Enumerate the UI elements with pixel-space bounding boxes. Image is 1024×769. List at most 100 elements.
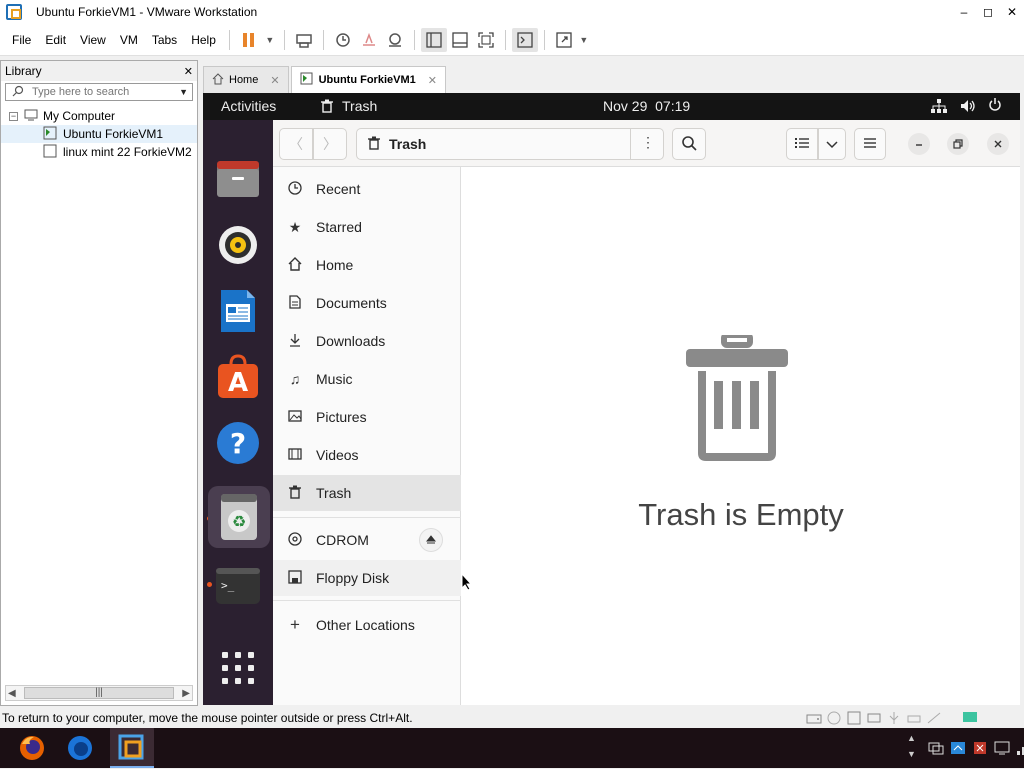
files-folder-icon[interactable] xyxy=(215,156,261,202)
maximize-button[interactable]: ◻ xyxy=(976,0,1000,24)
sidebar-item-documents[interactable]: Documents xyxy=(273,285,461,321)
tree-row-vm-1[interactable]: Ubuntu ForkieVM1 xyxy=(1,125,197,143)
sidebar-item-starred[interactable]: ★ Starred xyxy=(273,209,461,245)
library-close-button[interactable]: ✕ xyxy=(184,65,193,78)
library-horizontal-scrollbar[interactable]: ◀ ||| ▶ xyxy=(5,685,193,701)
window-minimize-button[interactable] xyxy=(908,133,930,155)
view-options-button[interactable] xyxy=(818,128,846,160)
thumbnail-bar-icon[interactable] xyxy=(447,28,473,52)
sidebar-item-home[interactable]: Home xyxy=(273,247,461,283)
pause-icon[interactable] xyxy=(236,28,262,52)
window-restore-button[interactable] xyxy=(947,133,969,155)
revert-snapshot-icon[interactable] xyxy=(356,28,382,52)
sound-card-icon[interactable] xyxy=(926,711,942,728)
sidebar-item-pictures[interactable]: Pictures xyxy=(273,399,461,435)
fullscreen-icon[interactable] xyxy=(473,28,499,52)
hard-disk-icon[interactable] xyxy=(806,711,822,728)
path-current[interactable]: Trash xyxy=(389,136,426,152)
tray-scroll[interactable]: ▲ ▼ xyxy=(907,730,916,762)
scroll-left-icon[interactable]: ◀ xyxy=(8,688,16,699)
rhythmbox-icon[interactable] xyxy=(215,222,261,268)
printer-icon[interactable] xyxy=(906,711,922,728)
chevron-down-icon[interactable]: ▼ xyxy=(179,87,188,97)
library-search-input[interactable] xyxy=(32,86,162,98)
tree-row-my-computer[interactable]: − My Computer xyxy=(1,107,197,125)
usb-icon[interactable] xyxy=(886,711,902,728)
path-bar[interactable]: Trash ⋮ xyxy=(356,128,664,160)
main-menu-button[interactable] xyxy=(854,128,886,160)
sidebar-item-other-locations[interactable]: + Other Locations xyxy=(273,607,461,643)
sidebar-item-trash[interactable]: Trash xyxy=(273,475,461,511)
ubuntu-software-icon[interactable]: A xyxy=(215,354,261,400)
trash-icon xyxy=(286,485,304,502)
eject-icon[interactable] xyxy=(419,528,443,552)
snapshot-manager-icon[interactable] xyxy=(382,28,408,52)
list-view-button[interactable] xyxy=(786,128,818,160)
clock[interactable]: Nov 29 07:19 xyxy=(603,98,690,114)
message-icon[interactable] xyxy=(962,711,978,728)
network-adapter-icon[interactable] xyxy=(866,711,882,728)
back-button[interactable]: 〈 xyxy=(279,128,313,160)
power-icon[interactable] xyxy=(988,98,1002,115)
tray-flag-icon[interactable] xyxy=(950,740,966,759)
close-tab-icon[interactable]: ✕ xyxy=(428,74,437,87)
scroll-right-icon[interactable]: ▶ xyxy=(182,688,190,699)
tray-display-icon[interactable] xyxy=(994,740,1010,759)
menu-view[interactable]: View xyxy=(73,33,113,47)
search-button[interactable] xyxy=(672,128,706,160)
snapshot-icon[interactable] xyxy=(330,28,356,52)
floppy-icon[interactable] xyxy=(846,711,862,728)
tab-home[interactable]: Home ✕ xyxy=(203,66,289,93)
thunderbird-icon[interactable] xyxy=(66,734,94,765)
forward-button[interactable]: 〉 xyxy=(313,128,347,160)
console-view-icon[interactable] xyxy=(511,27,538,52)
tab-ubuntu-forkievm1[interactable]: Ubuntu ForkieVM1 ✕ xyxy=(290,66,446,93)
sidebar-item-downloads[interactable]: Downloads xyxy=(273,323,461,359)
menu-help[interactable]: Help xyxy=(184,33,223,47)
libreoffice-writer-icon[interactable] xyxy=(215,288,261,334)
terminal-icon[interactable]: >_ xyxy=(215,563,261,609)
menu-edit[interactable]: Edit xyxy=(38,33,73,47)
window-close-button[interactable] xyxy=(987,133,1009,155)
kebab-menu-icon[interactable]: ⋮ xyxy=(641,134,655,151)
sidebar-item-label: Starred xyxy=(316,219,362,235)
volume-icon[interactable] xyxy=(960,99,976,116)
tray-window-icon[interactable] xyxy=(928,740,944,759)
sidebar-item-music[interactable]: ♫ Music xyxy=(273,361,461,397)
minimize-button[interactable]: – xyxy=(952,0,976,24)
vmware-taskbar-button[interactable] xyxy=(110,728,154,768)
library-search-box[interactable]: ▼ xyxy=(5,83,193,101)
menu-vm[interactable]: VM xyxy=(113,33,145,47)
tree-row-vm-2[interactable]: linux mint 22 ForkieVM2 xyxy=(1,143,197,161)
app-menu-label[interactable]: Trash xyxy=(342,98,377,114)
tray-network-icon[interactable] xyxy=(1016,740,1024,759)
help-icon[interactable]: ? xyxy=(215,420,261,466)
sidebar-item-recent[interactable]: Recent xyxy=(273,171,461,207)
send-ctrl-alt-del-icon[interactable] xyxy=(291,28,317,52)
stretch-dropdown-icon[interactable]: ▼ xyxy=(577,28,591,52)
stretch-guest-icon[interactable] xyxy=(551,28,577,52)
vm-running-icon xyxy=(43,126,57,143)
sidebar-item-floppy-disk[interactable]: Floppy Disk xyxy=(273,560,461,596)
files-headerbar: 〈 〉 Trash ⋮ xyxy=(273,120,1020,167)
tray-security-icon[interactable] xyxy=(972,740,988,759)
activities-button[interactable]: Activities xyxy=(221,98,276,114)
files-content[interactable]: Trash is Empty xyxy=(462,167,1020,705)
close-tab-icon[interactable]: ✕ xyxy=(270,74,279,87)
collapse-icon[interactable]: − xyxy=(9,111,18,121)
show-library-icon[interactable] xyxy=(420,27,447,52)
menu-tabs[interactable]: Tabs xyxy=(145,33,184,47)
cd-drive-icon[interactable] xyxy=(826,711,842,728)
sidebar-item-videos[interactable]: Videos xyxy=(273,437,461,473)
power-dropdown-icon[interactable]: ▼ xyxy=(262,28,278,52)
close-window-button[interactable]: ✕ xyxy=(1000,0,1024,24)
sidebar-item-cdrom[interactable]: CDROM xyxy=(273,522,461,558)
menu-file[interactable]: File xyxy=(5,33,38,47)
scroll-thumb[interactable]: ||| xyxy=(24,687,174,699)
network-icon[interactable] xyxy=(931,99,947,116)
firefox-icon[interactable] xyxy=(18,734,46,765)
show-apps-grid-icon[interactable] xyxy=(215,645,261,691)
chevron-down-icon xyxy=(826,136,838,152)
vm-console[interactable]: Activities Trash Nov 29 07:19 A ? ♻ >_ 〈… xyxy=(203,93,1020,705)
trash-dock-icon[interactable]: ♻ xyxy=(208,486,270,548)
